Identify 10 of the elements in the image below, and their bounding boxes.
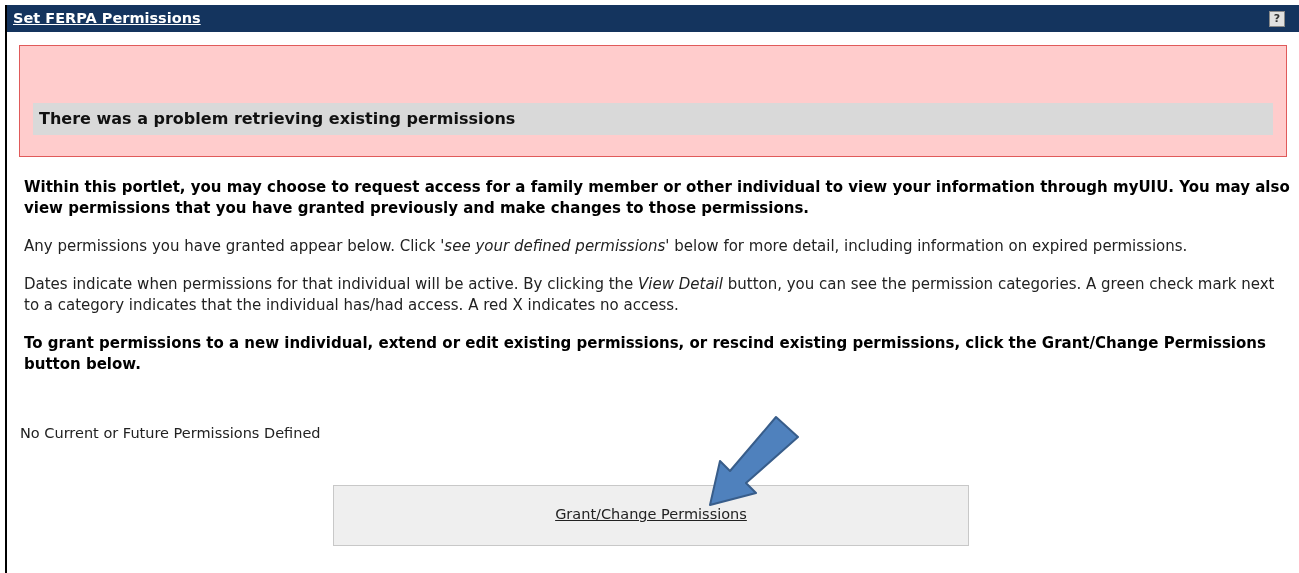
info-paragraph: Within this portlet, you may choose to request access for a family member or other individual to view your information through myUIU. You may also view permissions that you have granted previously and make changes to those permissions. (24, 177, 1291, 219)
info-paragraph: Any permissions you have granted appear below. Click 'see your defined permissions' below for more detail, including information on expired permissions. (24, 236, 1189, 257)
info-paragraph: To grant permissions to a new individual, extend or edit existing permissions, or rescind existing permissions, click the Grant/Change Permissions button below. (24, 333, 1267, 375)
help-button[interactable]: ? (1269, 10, 1285, 27)
arrow-icon (706, 415, 802, 507)
grant-change-permissions-button[interactable]: Grant/Change Permissions (333, 484, 969, 546)
portlet-title-link[interactable]: Set FERPA Permissions (13, 7, 201, 30)
permissions-status: No Current or Future Permissions Defined (19, 424, 322, 443)
info-paragraph: Dates indicate when permissions for that individual will be active. By clicking the View Detail button, you can see the permission categories. A green check mark next to a category indicates that the individual has/had access. A red X indicates no access. (24, 274, 1276, 316)
error-message: There was a problem retrieving existing permissions (33, 103, 1273, 135)
